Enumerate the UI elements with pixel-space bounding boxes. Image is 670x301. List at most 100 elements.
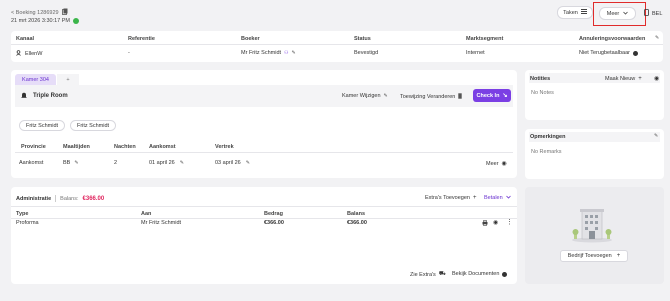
eye-icon[interactable]: ◉ — [493, 219, 498, 226]
zie-extras-label: Zie Extra's — [410, 271, 436, 278]
room-meer-button[interactable]: Meer ◉ — [486, 160, 507, 168]
extras-toevoegen-button[interactable]: Extra's Toevoegen + — [425, 195, 477, 201]
opmerkingen-card: Opmerkingen ✎ No Remarks — [525, 129, 664, 179]
divider — [55, 195, 57, 202]
boeker-link[interactable]: Mr Fritz Schmidt — [241, 50, 281, 56]
plus-icon: + — [472, 195, 477, 201]
edit-room-icon: ✎ — [383, 93, 388, 99]
more-vertical-icon[interactable]: ⋮ — [506, 218, 513, 226]
back-link[interactable]: < Boeking 1286929 — [11, 8, 68, 17]
zie-extras-button[interactable]: Zie Extra's ⛟ — [410, 271, 446, 278]
col-vertrek: Vertrek — [215, 144, 234, 150]
copy-icon[interactable] — [62, 8, 68, 17]
bell-icon — [21, 92, 27, 101]
vertrek-cell[interactable]: 03 april 26 ✎ — [215, 160, 250, 166]
bedrijf-toevoegen-label: Bedrijf Toevoegen — [567, 253, 612, 259]
maaltijden-value: BB — [63, 160, 71, 166]
maaltijden-cell[interactable]: BB ✎ — [63, 160, 79, 166]
add-room-tab[interactable]: + — [57, 74, 79, 85]
info-icon[interactable] — [632, 50, 638, 56]
tab-kamer-304[interactable]: Kamer 304 — [15, 74, 56, 85]
clock-icon — [502, 271, 508, 277]
bedrijf-toevoegen-button[interactable]: Bedrijf Toevoegen + — [560, 250, 628, 262]
check-in-label: Check In — [476, 92, 500, 99]
aankomst-cell[interactable]: 01 april 26 ✎ — [149, 160, 184, 166]
betalen-dropdown[interactable]: Betalen — [484, 195, 511, 201]
admin-header: Administratie Balans: €366.00 — [16, 195, 104, 202]
guest-chip[interactable]: Fritz Schmidt — [70, 120, 116, 131]
edit-meal-icon[interactable]: ✎ — [74, 160, 78, 166]
users-icon: ⚇ — [284, 50, 289, 56]
booking-info-card: Kanaal Referentie Boeker Status Marktseg… — [11, 31, 663, 62]
maak-nieuw-label: Maak Nieuw — [605, 76, 636, 82]
no-remarks-text: No Remarks — [531, 149, 562, 155]
aankomst-value: 01 april 26 — [149, 160, 175, 166]
col-balans: Balans — [347, 211, 366, 217]
bel-label: BEL — [652, 10, 663, 17]
guest-chip[interactable]: Fritz Schmidt — [19, 120, 65, 131]
created-date: 21 mrt 2026 3:30:17 PM — [11, 18, 80, 24]
tab-label: Kamer 304 — [22, 76, 49, 83]
balans-row-value: €366.00 — [347, 220, 367, 226]
print-icon[interactable] — [482, 220, 488, 228]
marktsegment-value: Internet — [466, 50, 485, 56]
bekijk-documenten-button[interactable]: Bekijk Documenten — [452, 271, 508, 277]
status-dot-icon — [73, 18, 80, 24]
edit-boeker-icon[interactable]: ✎ — [292, 50, 296, 56]
created-text: 21 mrt 2026 3:30:17 PM — [11, 18, 71, 24]
key-icon: ↘ — [502, 93, 508, 99]
eye-icon[interactable]: ◉ — [654, 75, 659, 82]
referentie-value: - — [128, 50, 130, 56]
maak-nieuw-button[interactable]: Maak Nieuw + — [605, 76, 642, 82]
booking-number[interactable]: < Boeking 1286929 — [11, 10, 59, 16]
phone-icon — [644, 9, 649, 18]
bel-button[interactable]: BEL — [644, 9, 662, 18]
toewijzing-label: Toewijzing Veranderen — [400, 94, 456, 100]
edit-remarks-icon[interactable]: ✎ — [654, 133, 658, 139]
annulering-value: Niet Terugbetaalbaar — [579, 50, 630, 56]
extras-toevoegen-label: Extra's Toevoegen — [425, 195, 470, 201]
company-card: Bedrijf Toevoegen + — [525, 187, 664, 284]
list-icon — [580, 9, 587, 16]
provincie-value: Aankomst — [19, 160, 44, 166]
check-in-button[interactable]: Check In ↘ — [473, 89, 511, 102]
annulering-cell: Niet Terugbetaalbaar — [579, 50, 638, 56]
col-provincie: Provincie — [21, 144, 46, 150]
kamer-wijzigen-label: Kamer Wijzigen — [342, 93, 381, 99]
col-maaltijden: Maaltijden — [63, 144, 90, 150]
room-header-bar: Triple Room Kamer Wijzigen ✎ Toewijzing … — [15, 85, 513, 107]
notities-card: Notities Maak Nieuw + ◉ No Notes — [525, 70, 664, 120]
col-marktsegment: Marktsegment — [466, 36, 504, 42]
add-tab-label: + — [66, 76, 70, 83]
edit-arrival-icon[interactable]: ✎ — [180, 160, 184, 166]
notities-title: Notities — [530, 76, 551, 82]
boeker-cell[interactable]: Mr Fritz Schmidt ⚇ ✎ — [241, 50, 296, 56]
bedrag-value: €366.00 — [264, 220, 284, 226]
col-kanaal: Kanaal — [16, 36, 35, 42]
chevron-down-icon — [623, 11, 629, 17]
divider — [11, 206, 517, 207]
opmerkingen-title: Opmerkingen — [530, 134, 566, 140]
plus-icon: + — [616, 253, 621, 259]
betalen-label: Betalen — [484, 195, 503, 201]
status-value: Bevestigd — [354, 50, 379, 56]
edit-pencil-icon[interactable]: ✎ — [655, 35, 659, 41]
col-nachten: Nachten — [114, 144, 136, 150]
bekijk-documenten-label: Bekijk Documenten — [452, 271, 500, 277]
user-key-icon — [16, 50, 22, 58]
building-illustration — [572, 209, 612, 243]
room-type: Triple Room — [33, 93, 68, 99]
meer-dropdown-button[interactable]: Meer — [599, 7, 636, 20]
taken-button[interactable]: Taken — [557, 6, 593, 19]
kanaal-cell: EllenW — [16, 50, 42, 58]
guest-name: Fritz Schmidt — [25, 122, 59, 129]
col-bedrag: Bedrag — [264, 211, 283, 217]
edit-departure-icon[interactable]: ✎ — [246, 160, 250, 166]
meer-label: Meer — [606, 10, 620, 17]
col-type: Type — [16, 211, 29, 217]
col-aan: Aan — [141, 211, 152, 217]
divider — [11, 44, 663, 45]
divider — [11, 218, 517, 219]
toewijzing-button[interactable]: Toewijzing Veranderen — [400, 93, 463, 101]
kamer-wijzigen-button[interactable]: Kamer Wijzigen ✎ — [342, 93, 388, 99]
